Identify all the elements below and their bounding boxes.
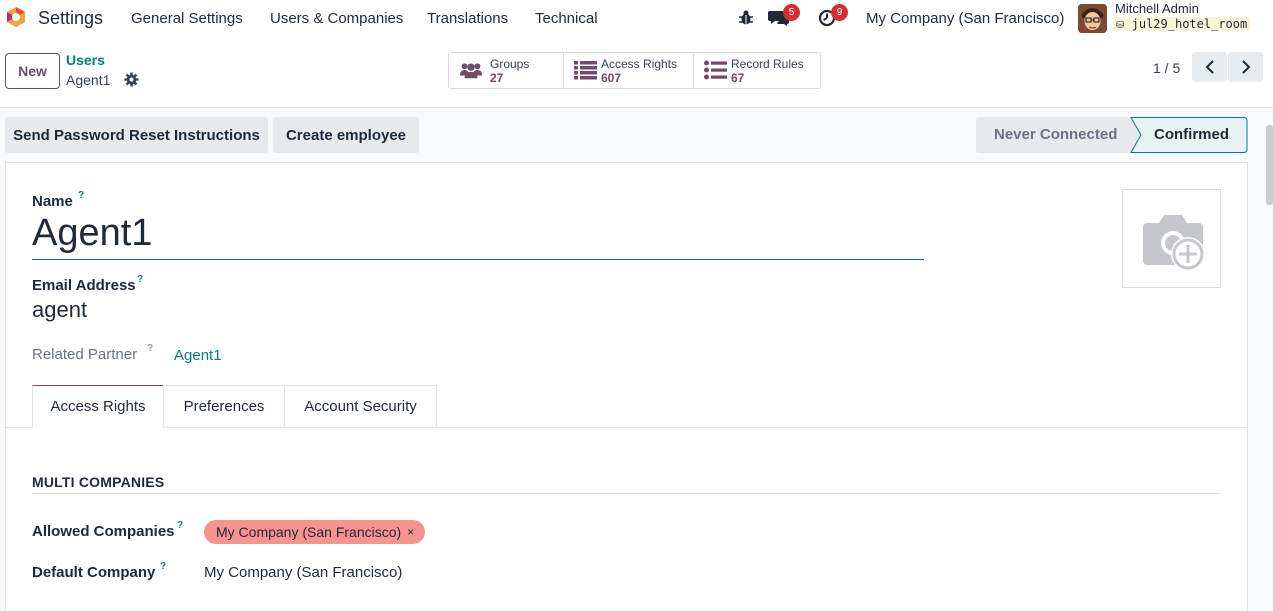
allowed-company-tag[interactable]: My Company (San Francisco) × (204, 520, 426, 544)
record-rules-smart-button[interactable]: Record Rules 67 (694, 53, 820, 88)
menu-users-companies[interactable]: Users & Companies (270, 10, 403, 27)
related-partner-link[interactable]: Agent1 (174, 347, 222, 364)
messages-badge: 5 (783, 4, 800, 21)
list-icon (704, 60, 727, 80)
allowed-companies-label: Allowed Companies (32, 523, 175, 540)
allowed-companies-help-tooltip[interactable]: ? (177, 520, 183, 531)
status-never-connected[interactable]: Never Connected (994, 126, 1117, 143)
name-label: Name (32, 193, 73, 210)
default-company-field[interactable]: My Company (San Francisco) (204, 564, 402, 581)
menu-translations[interactable]: Translations (427, 10, 508, 27)
groups-count: 27 (490, 71, 504, 85)
app-title[interactable]: Settings (38, 8, 103, 29)
section-divider (32, 493, 1221, 494)
tag-remove-icon[interactable]: × (407, 525, 414, 539)
users-icon (459, 63, 483, 79)
gear-icon[interactable] (124, 72, 139, 87)
status-bar: Never Connected Confirmed (976, 117, 1248, 153)
database-label: jul29_hotel_room (1131, 17, 1248, 31)
new-button[interactable]: New (5, 53, 60, 89)
company-switcher[interactable]: My Company (San Francisco) (866, 10, 1064, 27)
database-name: ⛁ jul29_hotel_room (1113, 17, 1251, 31)
email-help-tooltip[interactable]: ? (137, 274, 143, 285)
allowed-company-tag-label: My Company (San Francisco) (216, 524, 402, 540)
name-field-underline (32, 259, 924, 260)
related-partner-label: Related Partner (32, 346, 138, 363)
record-rules-count: 67 (731, 71, 745, 85)
breadcrumb-current-record: Agent1 (66, 72, 111, 88)
database-icon: ⛁ (1116, 20, 1125, 31)
name-field[interactable]: Agent1 (32, 212, 152, 255)
camera-add-icon (1143, 215, 1205, 271)
photo-upload[interactable] (1122, 189, 1221, 288)
access-rights-label: Access Rights (601, 57, 678, 71)
groups-smart-button[interactable]: Groups 27 (449, 53, 564, 88)
pager-next-button[interactable] (1228, 52, 1263, 82)
control-panel: New Users Agent1 Groups 27 Access Rights… (0, 36, 1273, 108)
page-scrollbar[interactable] (1266, 125, 1273, 205)
pager-previous-button[interactable] (1192, 52, 1227, 82)
email-label: Email Address (32, 277, 136, 294)
access-rights-count: 607 (601, 71, 622, 85)
multi-companies-section-title: MULTI COMPANIES (32, 474, 165, 490)
menu-technical[interactable]: Technical (535, 10, 598, 27)
send-password-reset-button[interactable]: Send Password Reset Instructions (5, 117, 268, 153)
chevron-left-icon (1205, 60, 1214, 74)
action-bar: Send Password Reset Instructions Create … (0, 108, 1273, 162)
activities-badge: 9 (831, 4, 848, 21)
odoo-logo-icon[interactable] (5, 6, 27, 28)
default-company-help-tooltip[interactable]: ? (160, 561, 166, 572)
chevron-right-icon (1241, 60, 1250, 74)
top-navbar: Settings General Settings Users & Compan… (0, 0, 1273, 36)
debug-bug-icon[interactable] (737, 9, 755, 27)
tab-preferences[interactable]: Preferences (163, 385, 285, 428)
list-icon (574, 61, 597, 80)
record-rules-label: Record Rules (731, 57, 804, 71)
avatar-face-icon (1078, 4, 1107, 33)
menu-general-settings[interactable]: General Settings (131, 10, 243, 27)
tab-access-rights[interactable]: Access Rights (32, 385, 164, 428)
name-help-tooltip[interactable]: ? (78, 190, 84, 201)
smart-buttons: Groups 27 Access Rights 607 Record Rules… (448, 52, 821, 89)
breadcrumb-users-link[interactable]: Users (66, 52, 105, 68)
user-avatar[interactable] (1078, 4, 1107, 33)
groups-label: Groups (490, 57, 530, 71)
user-name[interactable]: Mitchell Admin (1115, 1, 1199, 16)
email-field[interactable]: agent (32, 297, 87, 323)
default-company-label: Default Company (32, 564, 156, 581)
access-rights-smart-button[interactable]: Access Rights 607 (564, 53, 694, 88)
related-partner-help-tooltip[interactable]: ? (147, 343, 153, 354)
pager-value[interactable]: 1 / 5 (1153, 60, 1180, 76)
tab-account-security[interactable]: Account Security (284, 385, 437, 428)
status-confirmed[interactable]: Confirmed (1154, 126, 1229, 143)
create-employee-button[interactable]: Create employee (273, 117, 419, 153)
